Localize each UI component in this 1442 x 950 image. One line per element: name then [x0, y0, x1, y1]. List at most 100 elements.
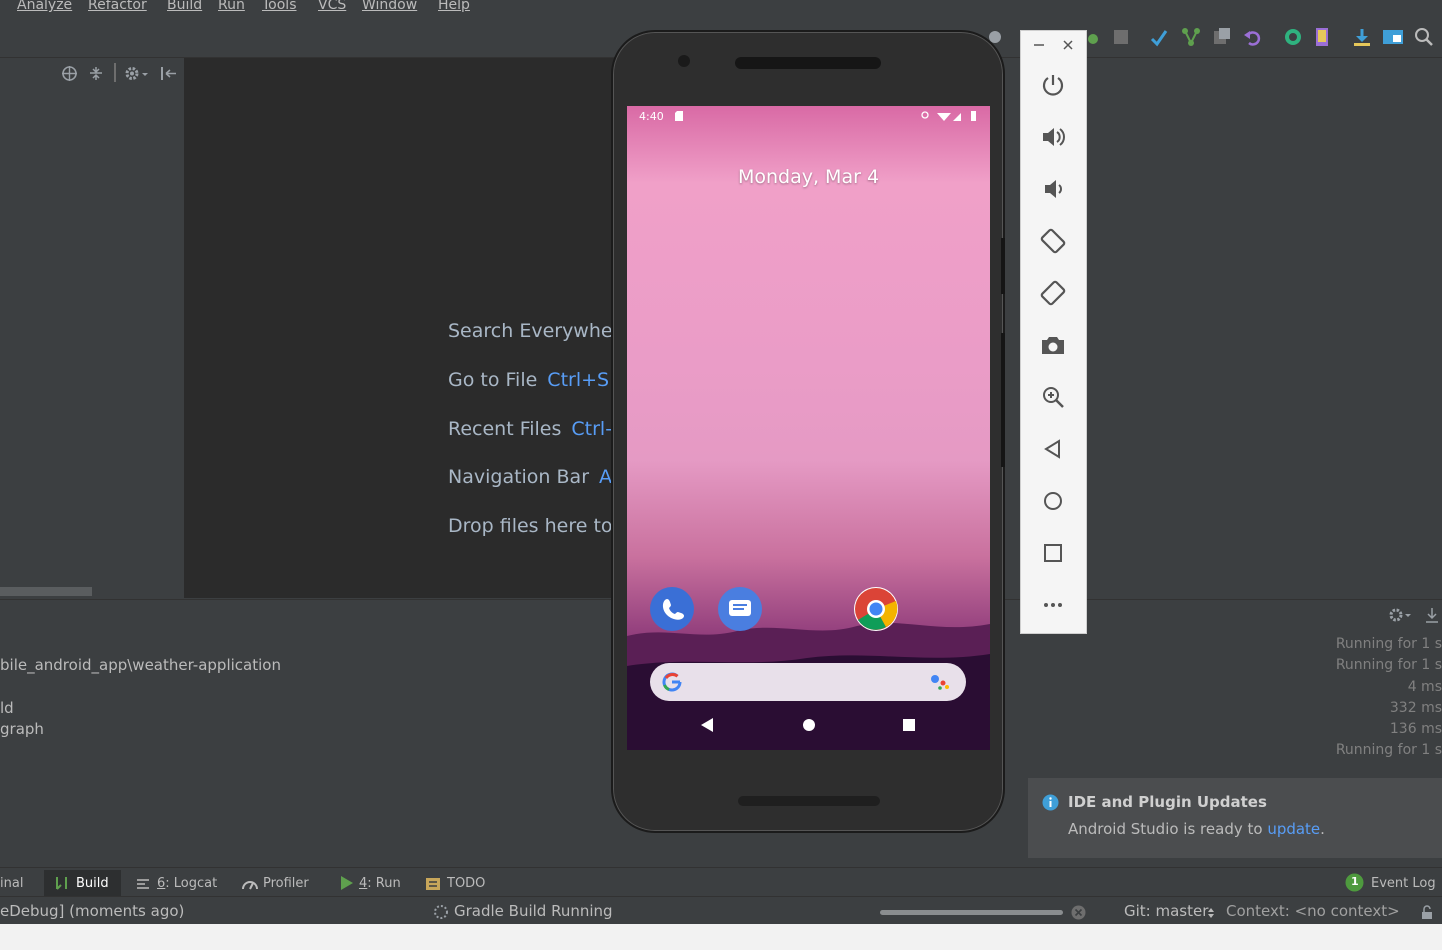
build-timing: Running for 1 s — [1335, 742, 1442, 758]
cancel-build-icon[interactable] — [1071, 905, 1086, 920]
tab-build-active[interactable]: Build — [44, 870, 121, 896]
hide-panel-icon[interactable] — [160, 65, 177, 82]
menu-vcs[interactable]: VCS — [318, 0, 346, 13]
build-timing: 136 ms — [1389, 721, 1442, 737]
update-notification[interactable]: IDE and Plugin Updates Android Studio is… — [1028, 778, 1442, 858]
more-dots-icon — [1044, 603, 1062, 607]
build-timing: Running for 1 s — [1335, 636, 1442, 652]
tab-logcat[interactable]: 6: Logcat — [157, 876, 217, 891]
nav-recents-icon[interactable] — [902, 718, 916, 732]
vcs-update-icon[interactable] — [1149, 27, 1169, 47]
emu-more-button[interactable] — [1038, 590, 1068, 620]
git-branch[interactable]: Git: master — [1124, 902, 1208, 920]
notification-text: Android Studio is ready to — [1068, 820, 1268, 838]
search-icon[interactable] — [1414, 27, 1434, 47]
emu-volume-down-button[interactable] — [1038, 174, 1068, 204]
lock-icon[interactable] — [1420, 905, 1434, 920]
hint-label: Recent Files — [448, 418, 562, 440]
hint-label: Navigation Bar — [448, 466, 590, 488]
build-settings-gear-icon[interactable] — [1388, 606, 1414, 624]
menu-build[interactable]: Build — [167, 0, 202, 13]
minimize-icon[interactable] — [1032, 38, 1046, 52]
tab-run[interactable]: 4: Run — [359, 876, 401, 891]
project-structure-icon[interactable] — [1382, 27, 1404, 47]
status-message: eDebug] (moments ago) — [0, 902, 185, 920]
nav-home-icon[interactable] — [802, 718, 816, 732]
toolbar-separator — [114, 63, 116, 82]
menu-help[interactable]: Help — [438, 0, 470, 13]
hint-search-everywhere: Search Everywhe — [448, 320, 612, 342]
gear-icon[interactable] — [124, 65, 150, 82]
emu-zoom-button[interactable] — [1038, 382, 1068, 412]
hint-recent-files: Recent Files Ctrl- — [448, 418, 612, 440]
apply-changes-icon[interactable] — [1086, 28, 1100, 46]
emu-screenshot-button[interactable] — [1038, 330, 1068, 360]
menu-refactor[interactable]: Refactor — [88, 0, 147, 13]
emu-home-button[interactable] — [1038, 486, 1068, 516]
emu-back-button[interactable] — [1038, 434, 1068, 464]
build-output-line: graph — [0, 720, 44, 738]
tab-event-log[interactable]: Event Log — [1371, 876, 1436, 891]
home-circle-icon — [1044, 492, 1062, 510]
emu-rotate-right-button[interactable] — [1038, 278, 1068, 308]
horizontal-scrollbar[interactable] — [0, 587, 92, 596]
stop-icon[interactable] — [1113, 29, 1129, 45]
google-g-icon — [662, 672, 682, 692]
tab-logcat-label: : Logcat — [165, 876, 218, 891]
sync-gradle-icon[interactable] — [1283, 27, 1303, 47]
rotate-left-icon — [1040, 228, 1066, 254]
build-progress-text[interactable]: Gradle Build Running — [454, 902, 613, 920]
progress-bar — [880, 910, 1063, 915]
build-timing: Running for 1 s — [1335, 657, 1442, 673]
assistant-icon[interactable] — [930, 673, 952, 691]
emulator-screen[interactable]: 4:40 Monday, Mar 4 — [627, 106, 990, 750]
logcat-icon — [137, 879, 149, 889]
menu-run[interactable]: Run — [218, 0, 245, 13]
phone-app-icon[interactable] — [650, 587, 694, 631]
tool-window-bar: inal Build 6: Logcat Profiler 4: Run TOD… — [0, 867, 1442, 897]
status-indicators-icon — [921, 111, 976, 121]
volume-up-icon — [1043, 128, 1065, 146]
build-hammer-icon — [56, 877, 67, 890]
google-search-bar[interactable] — [650, 663, 966, 701]
nav-back-icon[interactable] — [700, 718, 714, 732]
emu-volume-up-button[interactable] — [1038, 122, 1068, 152]
build-timing: 332 ms — [1389, 700, 1442, 716]
update-link[interactable]: update — [1267, 820, 1320, 838]
menu-bar: Analyze Refactor Build Run Tools VCS Win… — [0, 0, 1442, 17]
todo-icon — [426, 878, 440, 890]
menu-window[interactable]: Window — [362, 0, 417, 13]
status-bar: eDebug] (moments ago) Gradle Build Runni… — [0, 896, 1442, 925]
notification-message: Android Studio is ready to update. — [1068, 820, 1325, 838]
revert-icon[interactable] — [1243, 27, 1263, 47]
tab-terminal[interactable]: inal — [0, 876, 23, 891]
editor-empty-hints: Search Everywhe Go to File Ctrl+S Recent … — [184, 58, 612, 598]
avd-manager-icon[interactable] — [1313, 26, 1333, 48]
collapse-all-icon[interactable] — [88, 65, 104, 82]
menu-analyze[interactable]: Analyze — [17, 0, 72, 13]
tab-run-label: : Run — [367, 876, 401, 891]
back-triangle-icon — [1044, 439, 1060, 459]
locate-icon[interactable] — [61, 65, 78, 82]
messages-app-icon[interactable] — [718, 587, 762, 631]
bottom-speaker — [738, 796, 880, 806]
emu-rotate-left-button[interactable] — [1038, 226, 1068, 256]
spinner-icon — [434, 905, 448, 919]
sdk-manager-icon[interactable] — [1352, 27, 1372, 47]
run-play-icon — [341, 876, 353, 890]
history-icon[interactable] — [1212, 27, 1232, 47]
side-button — [1001, 238, 1005, 294]
tab-profiler[interactable]: Profiler — [263, 876, 309, 891]
vcs-commit-icon[interactable] — [1181, 27, 1201, 47]
menu-tools[interactable]: Tools — [262, 0, 297, 13]
zoom-in-icon — [1043, 387, 1064, 408]
tab-todo[interactable]: TODO — [447, 876, 485, 891]
emu-overview-button[interactable] — [1038, 538, 1068, 568]
chrome-app-icon[interactable] — [854, 587, 898, 631]
context-indicator[interactable]: Context: <no context> — [1226, 902, 1400, 920]
hide-build-panel-icon[interactable] — [1424, 606, 1440, 624]
profiler-gauge-icon — [242, 881, 258, 890]
volume-down-icon — [1045, 180, 1062, 198]
close-icon[interactable] — [1061, 38, 1075, 52]
emu-power-button[interactable] — [1038, 70, 1068, 100]
